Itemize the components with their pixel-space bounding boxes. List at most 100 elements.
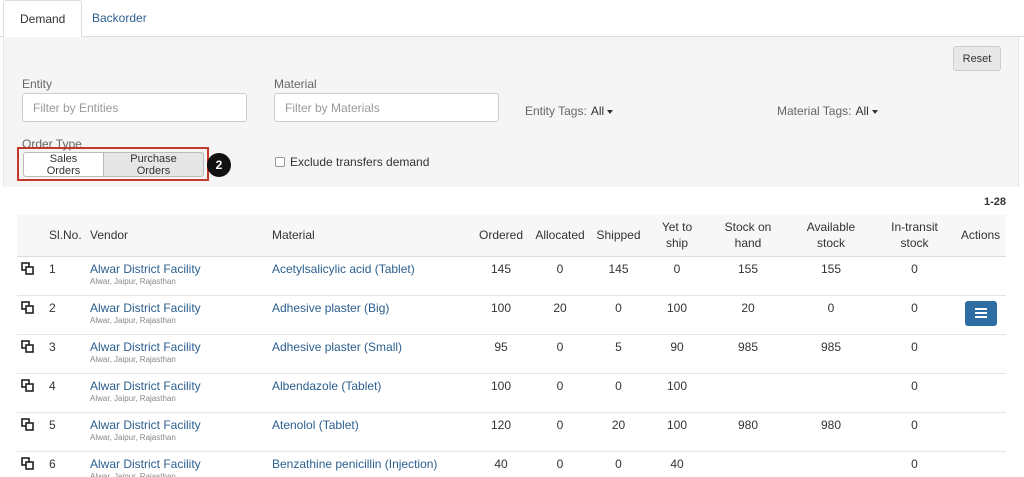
exclude-transfers-checkbox[interactable] bbox=[275, 157, 285, 167]
entity-filter-input[interactable] bbox=[22, 93, 247, 122]
copy-icon[interactable] bbox=[21, 378, 35, 393]
cell-material: Albendazole (Tablet) bbox=[268, 373, 473, 412]
cell-actions bbox=[955, 334, 1006, 373]
header-stock-on-hand: Stock on hand bbox=[708, 215, 788, 257]
table-row: 1 Alwar District Facility Alwar, Jaipur,… bbox=[17, 256, 1006, 295]
cell-ordered: 120 bbox=[490, 417, 512, 432]
cell-slno: 5 bbox=[49, 417, 56, 432]
cell-yet-to-ship: 100 bbox=[666, 300, 688, 315]
cell-ordered: 145 bbox=[490, 261, 512, 276]
vendor-link[interactable]: Alwar District Facility bbox=[90, 262, 264, 276]
material-tags-filter: Material Tags: All bbox=[777, 104, 878, 118]
vendor-link[interactable]: Alwar District Facility bbox=[90, 457, 264, 471]
material-tags-dropdown[interactable]: All bbox=[855, 104, 878, 118]
cell-yet-to-ship: 90 bbox=[670, 339, 684, 354]
vendor-address: Alwar, Jaipur, Rajasthan bbox=[90, 393, 176, 403]
cell-ordered: 95 bbox=[494, 339, 508, 354]
material-link[interactable]: Adhesive plaster (Big) bbox=[272, 301, 389, 315]
cell-stock-on-hand: 155 bbox=[737, 261, 759, 276]
material-link[interactable]: Albendazole (Tablet) bbox=[272, 379, 381, 393]
cell-in-transit: 0 bbox=[911, 456, 918, 471]
table-header-row: Sl.No. Vendor Material Ordered Allocated… bbox=[17, 215, 1006, 257]
row-icon-cell bbox=[17, 451, 45, 477]
material-tags-label: Material Tags: bbox=[777, 104, 852, 118]
vendor-link[interactable]: Alwar District Facility bbox=[90, 418, 264, 432]
cell-ordered: 100 bbox=[490, 300, 512, 315]
tab-demand[interactable]: Demand bbox=[3, 0, 83, 38]
menu-icon-bar bbox=[974, 307, 987, 310]
material-filter-input[interactable] bbox=[274, 93, 499, 122]
cell-actions bbox=[955, 451, 1006, 477]
filter-panel: Entity Material Entity Tags:All Material… bbox=[3, 37, 1019, 187]
cell-shipped: 0 bbox=[615, 456, 622, 471]
vendor-link[interactable]: Alwar District Facility bbox=[90, 379, 264, 393]
header-icon-col bbox=[17, 215, 45, 257]
header-available-stock: Available stock bbox=[788, 215, 874, 257]
material-link[interactable]: Acetylsalicylic acid (Tablet) bbox=[272, 262, 415, 276]
cell-stock-on-hand: 20 bbox=[741, 300, 755, 315]
header-slno: Sl.No. bbox=[45, 215, 86, 257]
material-link[interactable]: Benzathine penicillin (Injection) bbox=[272, 457, 437, 471]
cell-vendor: Alwar District Facility Alwar, Jaipur, R… bbox=[86, 451, 268, 477]
caret-down-icon bbox=[607, 109, 614, 114]
vendor-address: Alwar, Jaipur, Rajasthan bbox=[90, 315, 176, 325]
row-icon-cell bbox=[17, 412, 45, 451]
cell-yet-to-ship: 100 bbox=[666, 417, 688, 432]
cell-allocated: 0 bbox=[556, 261, 564, 276]
sales-orders-button[interactable]: Sales Orders bbox=[23, 152, 104, 177]
cell-actions bbox=[955, 295, 1006, 334]
cell-available-stock: 155 bbox=[820, 261, 842, 276]
purchase-orders-button[interactable]: Purchase Orders bbox=[103, 152, 204, 177]
cell-actions bbox=[955, 256, 1006, 295]
copy-icon[interactable] bbox=[21, 417, 35, 432]
cell-material: Adhesive plaster (Big) bbox=[268, 295, 473, 334]
cell-vendor: Alwar District Facility Alwar, Jaipur, R… bbox=[86, 256, 268, 295]
cell-material: Benzathine penicillin (Injection) bbox=[268, 451, 473, 477]
tab-backorder[interactable]: Backorder bbox=[76, 0, 163, 37]
caret-down-icon bbox=[871, 109, 878, 114]
copy-icon[interactable] bbox=[21, 456, 35, 471]
vendor-link[interactable]: Alwar District Facility bbox=[90, 340, 264, 354]
vendor-address: Alwar, Jaipur, Rajasthan bbox=[90, 276, 176, 286]
material-link[interactable]: Adhesive plaster (Small) bbox=[272, 340, 402, 354]
cell-shipped: 0 bbox=[615, 378, 622, 393]
material-label: Material bbox=[274, 77, 317, 91]
header-actions: Actions bbox=[955, 215, 1006, 257]
menu-icon-bar bbox=[974, 315, 987, 318]
cell-vendor: Alwar District Facility Alwar, Jaipur, R… bbox=[86, 373, 268, 412]
cell-material: Adhesive plaster (Small) bbox=[268, 334, 473, 373]
copy-icon[interactable] bbox=[21, 261, 35, 276]
header-allocated: Allocated bbox=[529, 215, 591, 257]
copy-icon[interactable] bbox=[21, 339, 35, 354]
cell-in-transit: 0 bbox=[911, 339, 918, 354]
cell-vendor: Alwar District Facility Alwar, Jaipur, R… bbox=[86, 412, 268, 451]
entity-tags-dropdown[interactable]: All bbox=[591, 104, 614, 118]
cell-allocated: 20 bbox=[553, 300, 567, 315]
cell-in-transit: 0 bbox=[911, 261, 918, 276]
table-row: 3 Alwar District Facility Alwar, Jaipur,… bbox=[17, 334, 1006, 373]
copy-icon[interactable] bbox=[21, 300, 35, 315]
cell-ordered: 40 bbox=[494, 456, 508, 471]
cell-yet-to-ship: 0 bbox=[673, 261, 681, 276]
material-tags-value: All bbox=[855, 104, 869, 118]
entity-tags-filter: Entity Tags: All bbox=[525, 104, 614, 118]
vendor-link[interactable]: Alwar District Facility bbox=[90, 301, 264, 315]
vendor-address: Alwar, Jaipur, Rajasthan bbox=[90, 471, 176, 477]
exclude-transfers-option[interactable]: Exclude transfers demand bbox=[275, 155, 429, 169]
result-count: 1-28 bbox=[983, 196, 1006, 208]
cell-available-stock: 980 bbox=[820, 417, 842, 432]
demand-table: Sl.No. Vendor Material Ordered Allocated… bbox=[17, 215, 1006, 477]
cell-slno: 4 bbox=[49, 378, 56, 393]
row-actions-menu-button[interactable] bbox=[964, 300, 997, 326]
header-material: Material bbox=[268, 215, 473, 257]
cell-allocated: 0 bbox=[556, 378, 564, 393]
cell-material: Acetylsalicylic acid (Tablet) bbox=[268, 256, 473, 295]
cell-slno: 2 bbox=[49, 300, 56, 315]
header-shipped: Shipped bbox=[591, 215, 646, 257]
cell-stock-on-hand bbox=[708, 373, 788, 412]
tab-bar: Demand Backorder bbox=[0, 0, 1024, 38]
header-in-transit: In-transit stock bbox=[874, 215, 955, 257]
reset-button[interactable]: Reset bbox=[953, 46, 1001, 71]
material-link[interactable]: Atenolol (Tablet) bbox=[272, 418, 359, 432]
cell-ordered: 100 bbox=[490, 378, 512, 393]
